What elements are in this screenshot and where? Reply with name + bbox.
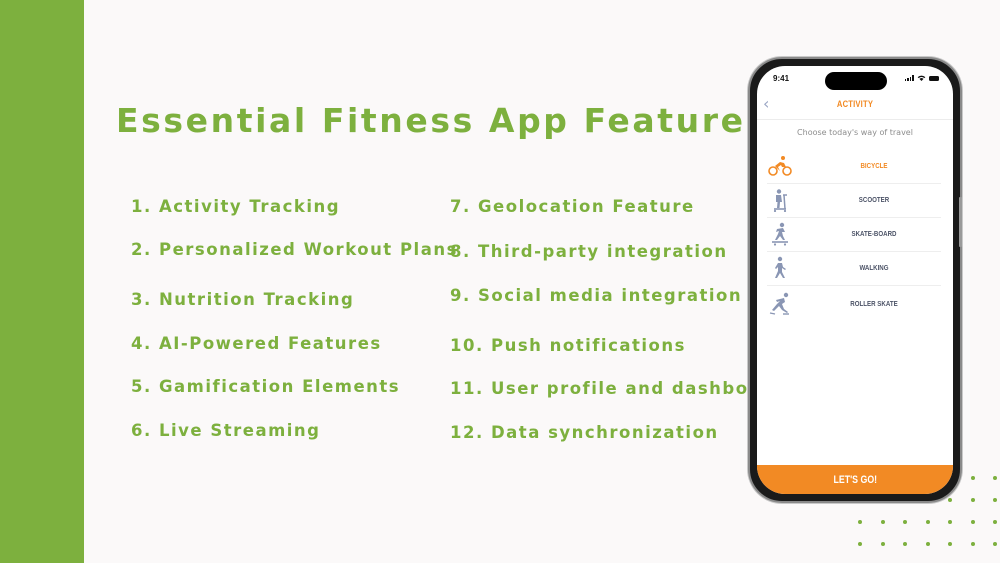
dynamic-island: [825, 72, 887, 90]
option-bicycle[interactable]: BICYCLE: [767, 150, 941, 184]
option-skateboard[interactable]: SKATE-BOARD: [767, 218, 941, 252]
decor-dot: [881, 520, 885, 524]
decor-dot: [881, 542, 885, 546]
decor-dot: [948, 520, 952, 524]
lets-go-label: LET'S GO!: [833, 474, 877, 486]
skateboard-icon: [772, 222, 788, 246]
status-time: 9:41: [773, 74, 790, 83]
lets-go-button[interactable]: LET'S GO!: [757, 465, 953, 494]
phone-screen: 9:41 ‹ ACTIVITY Choose today's way of tr…: [757, 66, 953, 494]
decor-dot: [971, 498, 975, 502]
option-label: BICYCLE: [860, 161, 888, 170]
option-roller-skate[interactable]: ROLLER SKATE: [767, 288, 941, 322]
decor-dot: [948, 542, 952, 546]
feature-item: 7. Geolocation Feature: [450, 197, 695, 216]
screen-title: ACTIVITY: [836, 99, 874, 109]
decor-dot: [903, 520, 907, 524]
decor-dot: [858, 542, 862, 546]
feature-item: 9. Social media integration: [450, 286, 743, 305]
decor-dot: [903, 542, 907, 546]
roller-skate-icon: [769, 292, 789, 315]
header-divider: [757, 119, 953, 120]
green-side-bar: [0, 0, 84, 563]
option-label: SCOOTER: [858, 195, 890, 204]
decor-dot: [971, 542, 975, 546]
option-divider: [767, 285, 941, 286]
decor-dot: [971, 476, 975, 480]
travel-prompt: Choose today's way of travel: [797, 128, 913, 137]
option-walking[interactable]: WALKING: [767, 252, 941, 286]
option-scooter[interactable]: SCOOTER: [767, 184, 941, 218]
option-label: ROLLER SKATE: [850, 299, 898, 308]
decor-dot: [993, 542, 997, 546]
walking-icon: [775, 256, 786, 278]
slide-title: Essential Fitness App Features: [116, 101, 768, 140]
signal-icon: [904, 75, 914, 81]
phone-mockup: 9:41 ‹ ACTIVITY Choose today's way of tr…: [748, 57, 962, 503]
decor-dot: [993, 498, 997, 502]
battery-icon: [929, 76, 939, 81]
scooter-icon: [773, 189, 787, 212]
status-icons: [904, 75, 939, 81]
decor-dot: [858, 520, 862, 524]
feature-item: 8. Third-party integration: [450, 242, 728, 261]
phone-side-button: [959, 197, 962, 247]
feature-item: 10. Push notifications: [450, 336, 686, 355]
decor-dot: [993, 520, 997, 524]
option-label: WALKING: [859, 263, 889, 272]
feature-item: 5. Gamification Elements: [131, 377, 401, 396]
decor-dot: [993, 476, 997, 480]
decor-dot: [926, 520, 930, 524]
bicycle-icon: [768, 156, 792, 176]
feature-item: 6. Live Streaming: [131, 421, 321, 440]
decor-dot: [948, 498, 952, 502]
wifi-icon: [917, 75, 926, 81]
feature-item: 3. Nutrition Tracking: [131, 290, 355, 309]
feature-item: 2. Personalized Workout Plans: [131, 240, 458, 259]
chevron-left-icon[interactable]: ‹: [763, 94, 769, 114]
decor-dot: [926, 542, 930, 546]
feature-item: 4. AI-Powered Features: [131, 334, 382, 353]
feature-item: 11. User profile and dashboard: [450, 379, 785, 398]
feature-item: 12. Data synchronization: [450, 423, 719, 442]
option-label: SKATE-BOARD: [851, 229, 897, 238]
feature-item: 1. Activity Tracking: [131, 197, 341, 216]
decor-dot: [971, 520, 975, 524]
